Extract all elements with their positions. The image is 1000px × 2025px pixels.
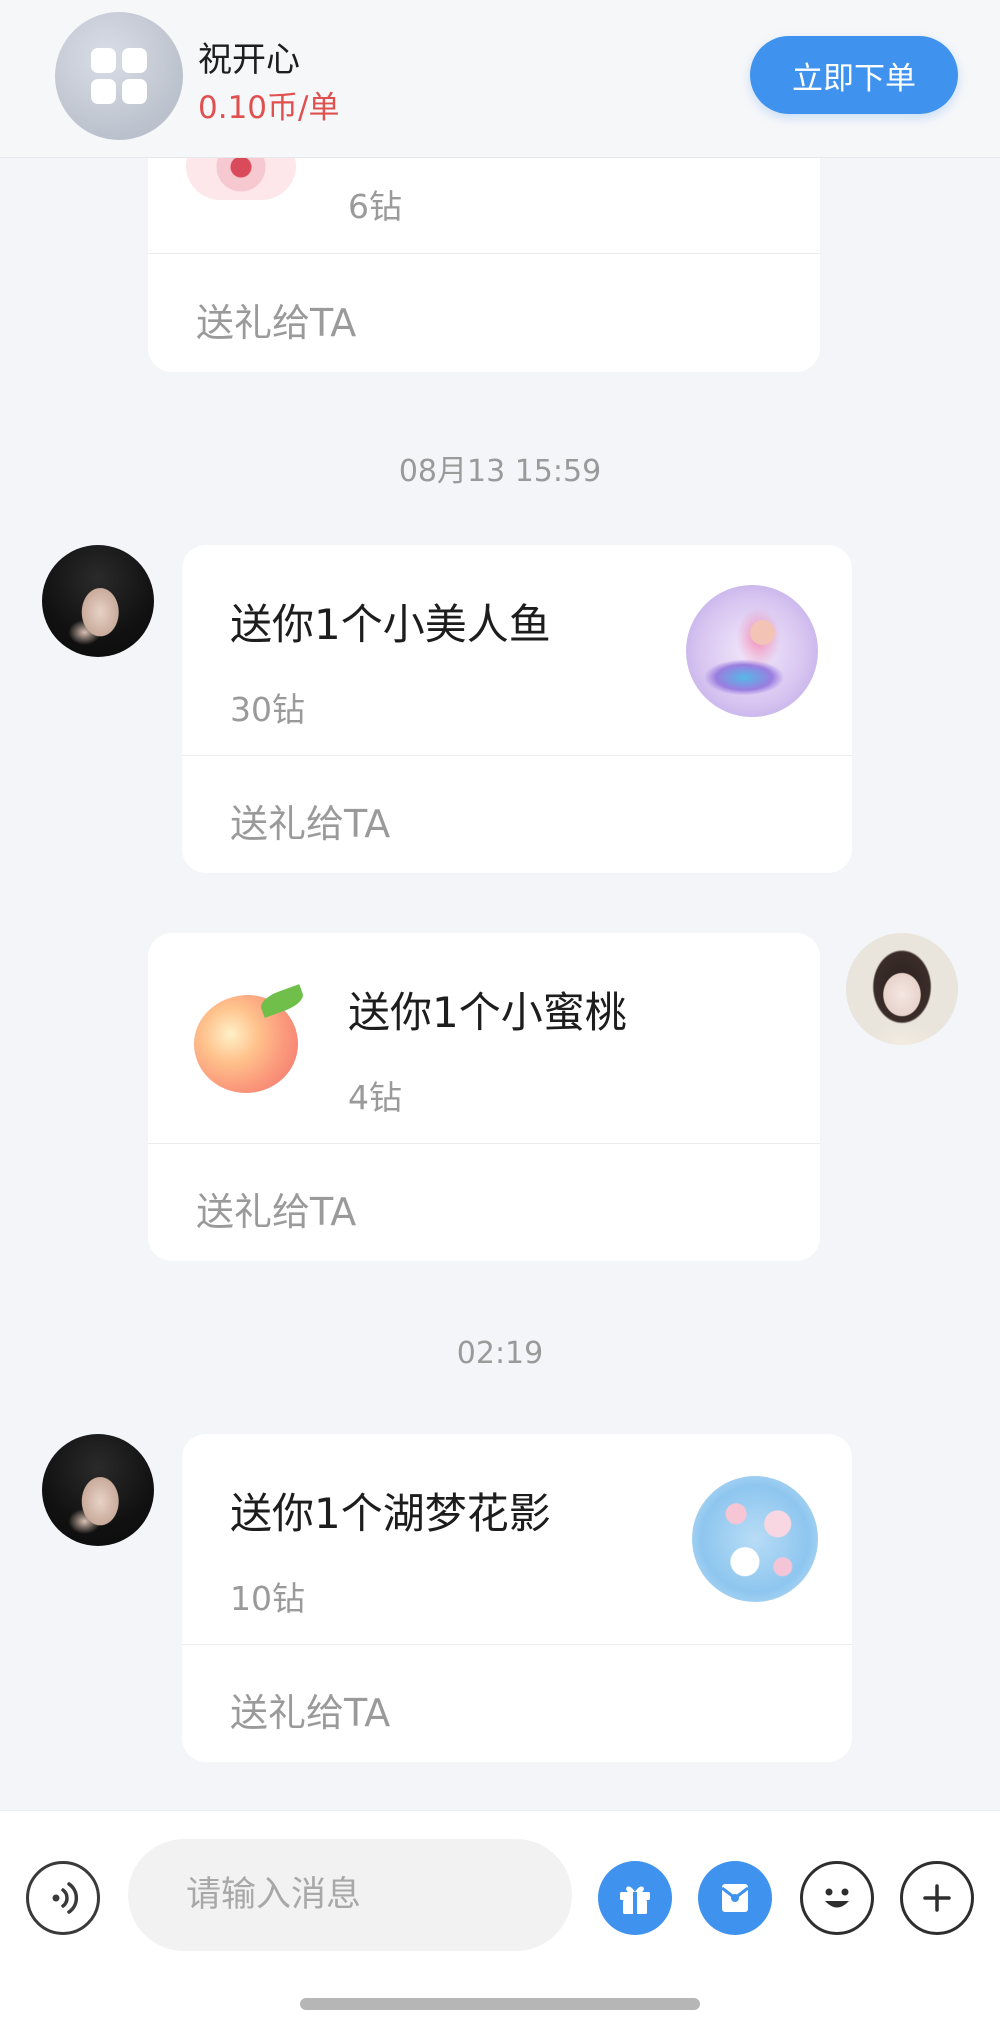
gift-image xyxy=(692,1476,818,1602)
message-input[interactable] xyxy=(128,1839,572,1951)
voice-icon[interactable] xyxy=(26,1861,100,1935)
chat-header: 祝开心 0.10币/单 立即下单 xyxy=(0,0,1000,158)
timestamp: 08月13 15:59 xyxy=(398,454,602,489)
timestamp: 02:19 xyxy=(456,1336,544,1371)
gift-icon[interactable] xyxy=(598,1861,672,1935)
gift-card[interactable]: 送你1个小美人鱼 30钻 送礼给TA xyxy=(182,545,852,873)
grid-icon xyxy=(91,48,147,104)
gift-price: 4钻 xyxy=(348,1078,402,1117)
home-indicator[interactable] xyxy=(300,1998,700,2010)
gift-image xyxy=(686,585,818,717)
card-divider xyxy=(148,1143,820,1144)
input-bar xyxy=(0,1810,1000,2025)
emoji-icon[interactable] xyxy=(800,1861,874,1935)
gift-title: 送你1个小蜜桃 xyxy=(348,988,627,1037)
gift-price: 6钻 xyxy=(348,187,402,226)
card-divider xyxy=(182,755,852,756)
gift-price: 30钻 xyxy=(230,690,305,729)
plus-icon[interactable] xyxy=(900,1861,974,1935)
send-gift-link[interactable]: 送礼给TA xyxy=(196,292,356,347)
send-gift-link[interactable]: 送礼给TA xyxy=(230,1682,390,1737)
gift-card[interactable]: 送你1个湖梦花影 10钻 送礼给TA xyxy=(182,1434,852,1762)
service-name: 祝开心 xyxy=(198,40,300,80)
red-packet-icon[interactable] xyxy=(698,1861,772,1935)
service-icon[interactable] xyxy=(55,12,183,140)
order-now-button[interactable]: 立即下单 xyxy=(750,36,958,114)
avatar[interactable] xyxy=(42,545,154,657)
gift-price: 10钻 xyxy=(230,1579,305,1618)
send-gift-link[interactable]: 送礼给TA xyxy=(196,1181,356,1236)
avatar[interactable] xyxy=(846,933,958,1045)
send-gift-link[interactable]: 送礼给TA xyxy=(230,793,390,848)
gift-title: 送你1个小美人鱼 xyxy=(230,600,551,649)
gift-card[interactable]: 送你1个小蜜桃 4钻 送礼给TA xyxy=(148,933,820,1261)
service-price: 0.10币/单 xyxy=(198,90,340,126)
card-divider xyxy=(182,1644,852,1645)
avatar[interactable] xyxy=(42,1434,154,1546)
gift-title: 送你1个湖梦花影 xyxy=(230,1489,551,1538)
card-divider xyxy=(148,253,820,254)
